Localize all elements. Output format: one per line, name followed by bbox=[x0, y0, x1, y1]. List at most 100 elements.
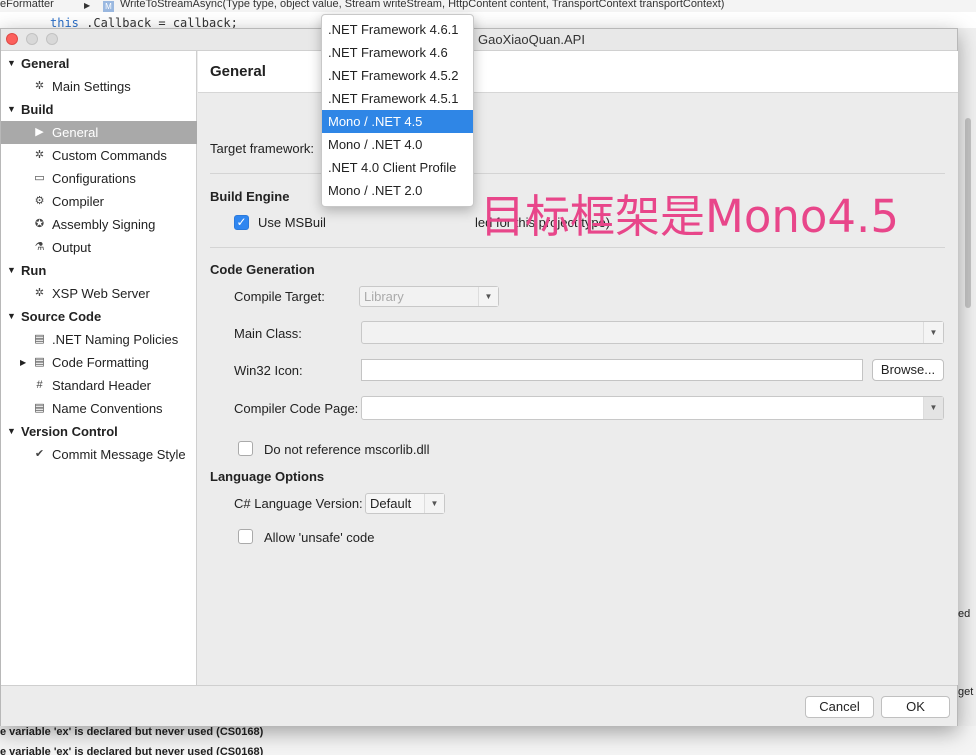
sidebar-category-label: Version Control bbox=[21, 424, 118, 439]
disclosure-triangle-icon[interactable]: ▶ bbox=[20, 351, 26, 374]
csharp-version-select[interactable]: Default ▼ bbox=[365, 493, 445, 514]
breadcrumb-separator-icon: ▶ bbox=[84, 1, 91, 10]
gear-icon: ✲ bbox=[34, 149, 45, 161]
error-row[interactable]: e variable 'ex' is declared but never us… bbox=[0, 746, 263, 755]
check-circle-icon: ✔ bbox=[34, 448, 45, 460]
language-options-title: Language Options bbox=[210, 469, 325, 484]
target-framework-label: Target framework: bbox=[210, 141, 315, 156]
sidebar-item[interactable]: ✲ Main Settings bbox=[1, 75, 197, 98]
checkmark-icon: ✓ bbox=[236, 215, 247, 229]
hash-icon: # bbox=[36, 379, 43, 391]
sidebar-category-label: General bbox=[21, 56, 70, 71]
sidebar-item[interactable]: ✲ Custom Commands bbox=[1, 144, 197, 167]
window-title: GaoXiaoQuan.API bbox=[478, 32, 585, 47]
compile-target-value: Library bbox=[364, 289, 404, 304]
sidebar-item[interactable]: ✲ XSP Web Server bbox=[1, 282, 197, 305]
minimize-button[interactable] bbox=[26, 33, 38, 45]
gear-icon: ✲ bbox=[34, 80, 45, 92]
flask-icon: ⚗ bbox=[34, 241, 45, 253]
disclosure-triangle-icon[interactable]: ▼ bbox=[7, 259, 16, 282]
sidebar-item[interactable]: ⚗ Output bbox=[1, 236, 197, 259]
disclosure-triangle-icon[interactable]: ▼ bbox=[7, 305, 16, 328]
sidebar-item[interactable]: ✪ Assembly Signing bbox=[1, 213, 197, 236]
compile-target-select: Library ▼ bbox=[359, 286, 499, 307]
target-framework-dropdown[interactable]: .NET Framework 4.6.1 .NET Framework 4.6 .N… bbox=[321, 14, 474, 207]
chevron-down-icon: ▼ bbox=[923, 322, 943, 343]
sidebar-category[interactable]: ▼ Run bbox=[1, 259, 197, 282]
sidebar-item[interactable]: ▶ ▤ Code Formatting bbox=[1, 351, 197, 374]
editor-right-panel: ed get bbox=[955, 28, 976, 728]
editor-breadcrumb-bar: eFormatter ▶ M WriteToStreamAsync(Type t… bbox=[0, 0, 976, 12]
sidebar-category[interactable]: ▼ Version Control bbox=[1, 420, 197, 443]
error-row[interactable]: e variable 'ex' is declared but never us… bbox=[0, 726, 263, 738]
error-list: e variable 'ex' is declared but never us… bbox=[0, 726, 976, 755]
framework-option[interactable]: Mono / .NET 4.5 bbox=[322, 110, 473, 133]
win32-icon-field[interactable] bbox=[361, 359, 863, 381]
disclosure-triangle-icon[interactable]: ▼ bbox=[7, 52, 16, 75]
sidebar-item-label: Name Conventions bbox=[52, 401, 163, 416]
compiler-code-page-label: Compiler Code Page: bbox=[234, 401, 359, 416]
ok-button[interactable]: OK bbox=[881, 696, 950, 718]
main-class-select[interactable]: ▼ bbox=[361, 321, 944, 344]
sidebar-item-label: Output bbox=[52, 240, 92, 255]
cancel-button[interactable]: Cancel bbox=[805, 696, 874, 718]
main-class-label: Main Class: bbox=[234, 326, 302, 341]
content-header: General bbox=[198, 51, 958, 93]
page-title: General bbox=[210, 63, 266, 80]
sidebar-item-label: Assembly Signing bbox=[52, 217, 156, 232]
sidebar-item[interactable]: ▭ Configurations bbox=[1, 167, 197, 190]
sidebar-category[interactable]: ▼ General bbox=[1, 52, 197, 75]
right-panel-text: ed bbox=[958, 608, 971, 620]
sidebar-category[interactable]: ▼ Source Code bbox=[1, 305, 197, 328]
csharp-version-label: C# Language Version: bbox=[234, 496, 363, 511]
sidebar-item[interactable]: ✔ Commit Message Style bbox=[1, 443, 197, 466]
doc-icon: ▤ bbox=[34, 356, 45, 368]
framework-option[interactable]: Mono / .NET 4.0 bbox=[322, 133, 473, 156]
annotation-text: 目标框架是Mono4.5 bbox=[480, 190, 899, 243]
use-msbuild-label: Use MSBuil bbox=[258, 215, 326, 230]
breadcrumb-class[interactable]: eFormatter bbox=[0, 0, 54, 10]
chevron-down-icon: ▼ bbox=[923, 397, 943, 419]
framework-option[interactable]: .NET Framework 4.5.2 bbox=[322, 64, 473, 87]
close-button[interactable] bbox=[6, 33, 18, 45]
disclosure-triangle-icon[interactable]: ▼ bbox=[7, 98, 16, 121]
sidebar-category-label: Run bbox=[21, 263, 47, 278]
compiler-code-page-select[interactable]: ▼ bbox=[361, 396, 944, 420]
browse-button[interactable]: Browse... bbox=[872, 359, 944, 381]
sidebar-item[interactable]: ▤ Name Conventions bbox=[1, 397, 197, 420]
breadcrumb-method[interactable]: WriteToStreamAsync(Type type, object val… bbox=[120, 0, 724, 10]
sidebar-item[interactable]: ▤ .NET Naming Policies bbox=[1, 328, 197, 351]
framework-option[interactable]: .NET Framework 4.5.1 bbox=[322, 87, 473, 110]
sidebar-item-label: General bbox=[52, 125, 99, 140]
framework-option[interactable]: Mono / .NET 2.0 bbox=[322, 179, 473, 202]
sidebar-item[interactable]: ⚙ Compiler bbox=[1, 190, 197, 213]
framework-option[interactable]: .NET Framework 4.6 bbox=[322, 41, 473, 64]
play-icon: ▶ bbox=[35, 126, 44, 138]
sidebar-item-label: .NET Naming Policies bbox=[52, 332, 179, 347]
use-msbuild-checkbox[interactable]: ✓ bbox=[234, 215, 249, 230]
title-bar: GaoXiaoQuan.API bbox=[1, 29, 957, 51]
code-generation-title: Code Generation bbox=[210, 262, 315, 277]
sidebar-category[interactable]: ▼ Build bbox=[1, 98, 197, 121]
sidebar-item[interactable]: ▶ General bbox=[1, 121, 197, 144]
disclosure-triangle-icon[interactable]: ▼ bbox=[7, 420, 16, 443]
chevron-down-icon: ▼ bbox=[424, 494, 444, 513]
no-mscorlib-checkbox[interactable] bbox=[238, 441, 253, 456]
cog-icon: ⚙ bbox=[34, 195, 45, 207]
framework-option[interactable]: .NET 4.0 Client Profile bbox=[322, 156, 473, 179]
sidebar-item-label: XSP Web Server bbox=[52, 286, 150, 301]
win32-icon-label: Win32 Icon: bbox=[234, 363, 303, 378]
doc-icon: ▤ bbox=[34, 333, 45, 345]
sidebar-item[interactable]: # Standard Header bbox=[1, 374, 197, 397]
sidebar-item-label: Configurations bbox=[52, 171, 136, 186]
badge-icon: ✪ bbox=[34, 218, 45, 230]
sidebar-item-label: Standard Header bbox=[52, 378, 152, 393]
sidebar-category-label: Source Code bbox=[21, 309, 102, 324]
editor-scrollbar[interactable] bbox=[965, 118, 971, 308]
divider bbox=[210, 247, 945, 248]
allow-unsafe-checkbox[interactable] bbox=[238, 529, 253, 544]
dialog-footer: Cancel OK bbox=[1, 685, 957, 726]
zoom-button[interactable] bbox=[46, 33, 58, 45]
sidebar-item-label: Commit Message Style bbox=[52, 447, 186, 462]
framework-option[interactable]: .NET Framework 4.6.1 bbox=[322, 18, 473, 41]
